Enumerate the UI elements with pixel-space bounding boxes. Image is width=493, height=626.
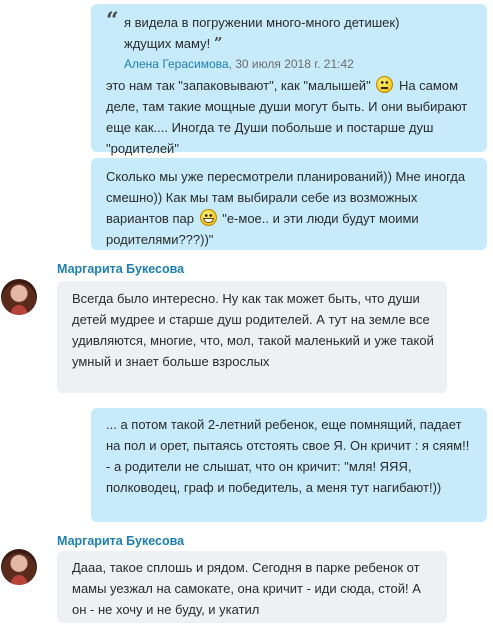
grinning-face-emoji-icon [199,209,217,226]
message-text-part: это нам так "запаковывают", как "малышей… [106,78,371,93]
message-text: ... а потом такой 2-летний ребенок, еще … [106,417,470,495]
incoming-message[interactable]: Всегда было интересно. Ну как так может … [57,281,447,393]
quote-timestamp: , 30 июля 2018 г. 21:42 [228,57,354,71]
quote-text: я видела в погружении много-много детише… [124,15,400,51]
sender-name[interactable]: Маргарита Букесова [57,534,184,548]
avatar[interactable] [1,549,37,585]
outgoing-message[interactable]: ... а потом такой 2-летний ребенок, еще … [91,408,487,522]
outgoing-message[interactable]: Сколько мы уже пересмотрели планирований… [91,158,487,250]
quote-close-icon: ” [213,34,223,52]
message-text: Дааа, такое сплошь и рядом. Сегодня в па… [72,560,421,617]
quoted-message[interactable]: “ я видела в погружении много-много дети… [106,8,475,75]
neutral-face-emoji-icon [376,76,394,93]
quote-open-icon: “ [106,8,119,34]
message-text: Всегда было интересно. Ну как так может … [72,291,434,369]
incoming-message[interactable]: Дааа, такое сплошь и рядом. Сегодня в па… [57,551,447,623]
quote-author: Алена Герасимова [124,57,229,71]
sender-name[interactable]: Маргарита Букесова [57,262,184,276]
quote-meta: Алена Герасимова, 30 июля 2018 г. 21:42 [124,54,424,75]
avatar[interactable] [1,279,37,315]
message-text: это нам так "запаковывают", как "малышей… [106,75,475,159]
outgoing-message[interactable]: “ я видела в погружении много-много дети… [91,4,487,156]
